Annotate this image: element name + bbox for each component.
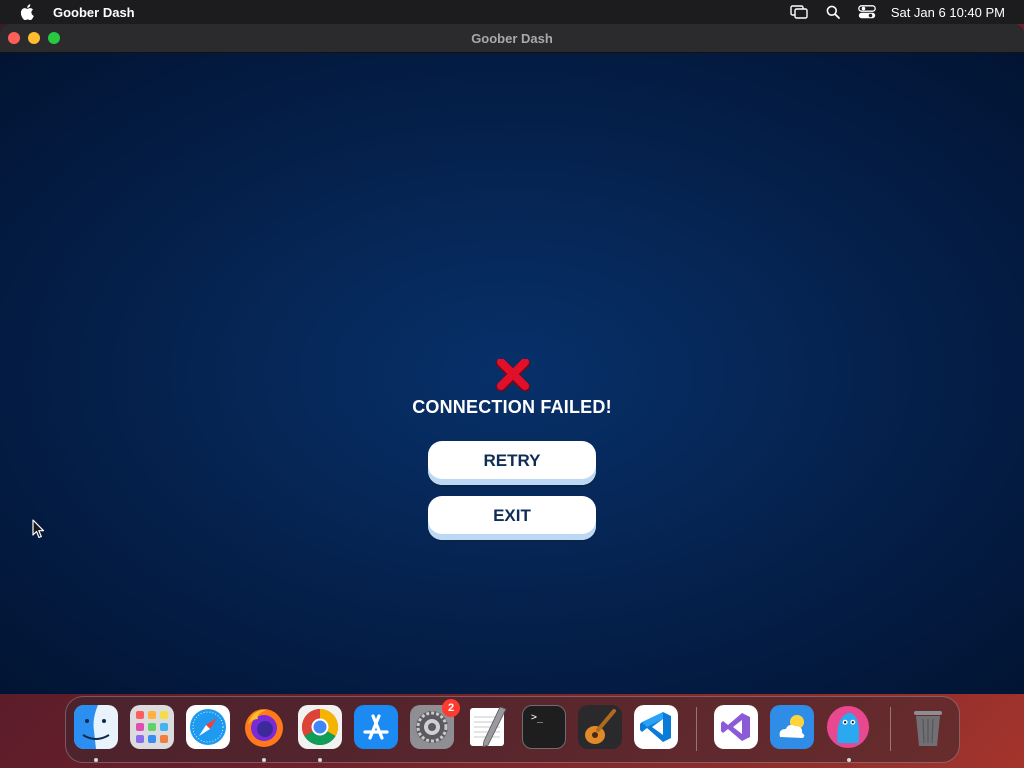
window-title: Goober Dash bbox=[471, 30, 553, 46]
notification-badge: 2 bbox=[442, 699, 460, 717]
vscode-icon[interactable] bbox=[634, 705, 678, 749]
mouse-pointer-icon bbox=[32, 519, 45, 539]
trash-icon[interactable] bbox=[906, 705, 950, 749]
game-window: Goober Dash CONNECTION FAILED! RETRY EXI… bbox=[0, 24, 1024, 694]
finder-running-indicator bbox=[94, 758, 98, 762]
apple-icon[interactable] bbox=[18, 3, 36, 21]
dock-separator bbox=[696, 707, 697, 751]
finder-icon[interactable] bbox=[74, 705, 118, 749]
goober-dash-icon[interactable] bbox=[826, 705, 870, 749]
terminal-prompt: >_ bbox=[531, 712, 544, 723]
goober-dash-running-indicator bbox=[847, 758, 851, 762]
search-icon[interactable] bbox=[826, 0, 840, 24]
control-center-icon[interactable] bbox=[857, 0, 876, 24]
chrome-running-indicator bbox=[318, 758, 322, 762]
window-titlebar[interactable]: Goober Dash bbox=[0, 24, 1024, 53]
terminal-icon[interactable]: >_ bbox=[522, 705, 566, 749]
retry-button[interactable]: RETRY bbox=[428, 441, 596, 485]
red-x-icon bbox=[496, 359, 530, 391]
chrome-icon[interactable] bbox=[298, 705, 342, 749]
firefox-icon[interactable] bbox=[242, 705, 286, 749]
launchpad-icon[interactable] bbox=[130, 705, 174, 749]
dock-separator bbox=[890, 707, 891, 751]
dock: 2 >_ bbox=[65, 696, 960, 763]
connection-failed-message: CONNECTION FAILED! bbox=[412, 397, 612, 417]
window-zoom-button[interactable] bbox=[48, 32, 60, 44]
weather-icon[interactable] bbox=[770, 705, 814, 749]
system-settings-icon[interactable]: 2 bbox=[410, 699, 460, 749]
firefox-running-indicator bbox=[262, 758, 266, 762]
active-app-name[interactable]: Goober Dash bbox=[53, 5, 135, 20]
garageband-icon[interactable] bbox=[578, 705, 622, 749]
safari-icon[interactable] bbox=[186, 705, 230, 749]
visual-studio-icon[interactable] bbox=[714, 705, 758, 749]
screen-mirroring-icon[interactable] bbox=[790, 0, 808, 24]
app-store-icon[interactable] bbox=[354, 705, 398, 749]
exit-button[interactable]: EXIT bbox=[428, 496, 596, 540]
window-minimize-button[interactable] bbox=[28, 32, 40, 44]
menu-bar: Goober Dash Sat Jan 6 10:40 PM bbox=[0, 0, 1024, 24]
menubar-clock[interactable]: Sat Jan 6 10:40 PM bbox=[891, 0, 1005, 24]
window-close-button[interactable] bbox=[8, 32, 20, 44]
textedit-icon[interactable] bbox=[466, 705, 510, 749]
game-canvas: CONNECTION FAILED! RETRY EXIT bbox=[0, 53, 1024, 694]
